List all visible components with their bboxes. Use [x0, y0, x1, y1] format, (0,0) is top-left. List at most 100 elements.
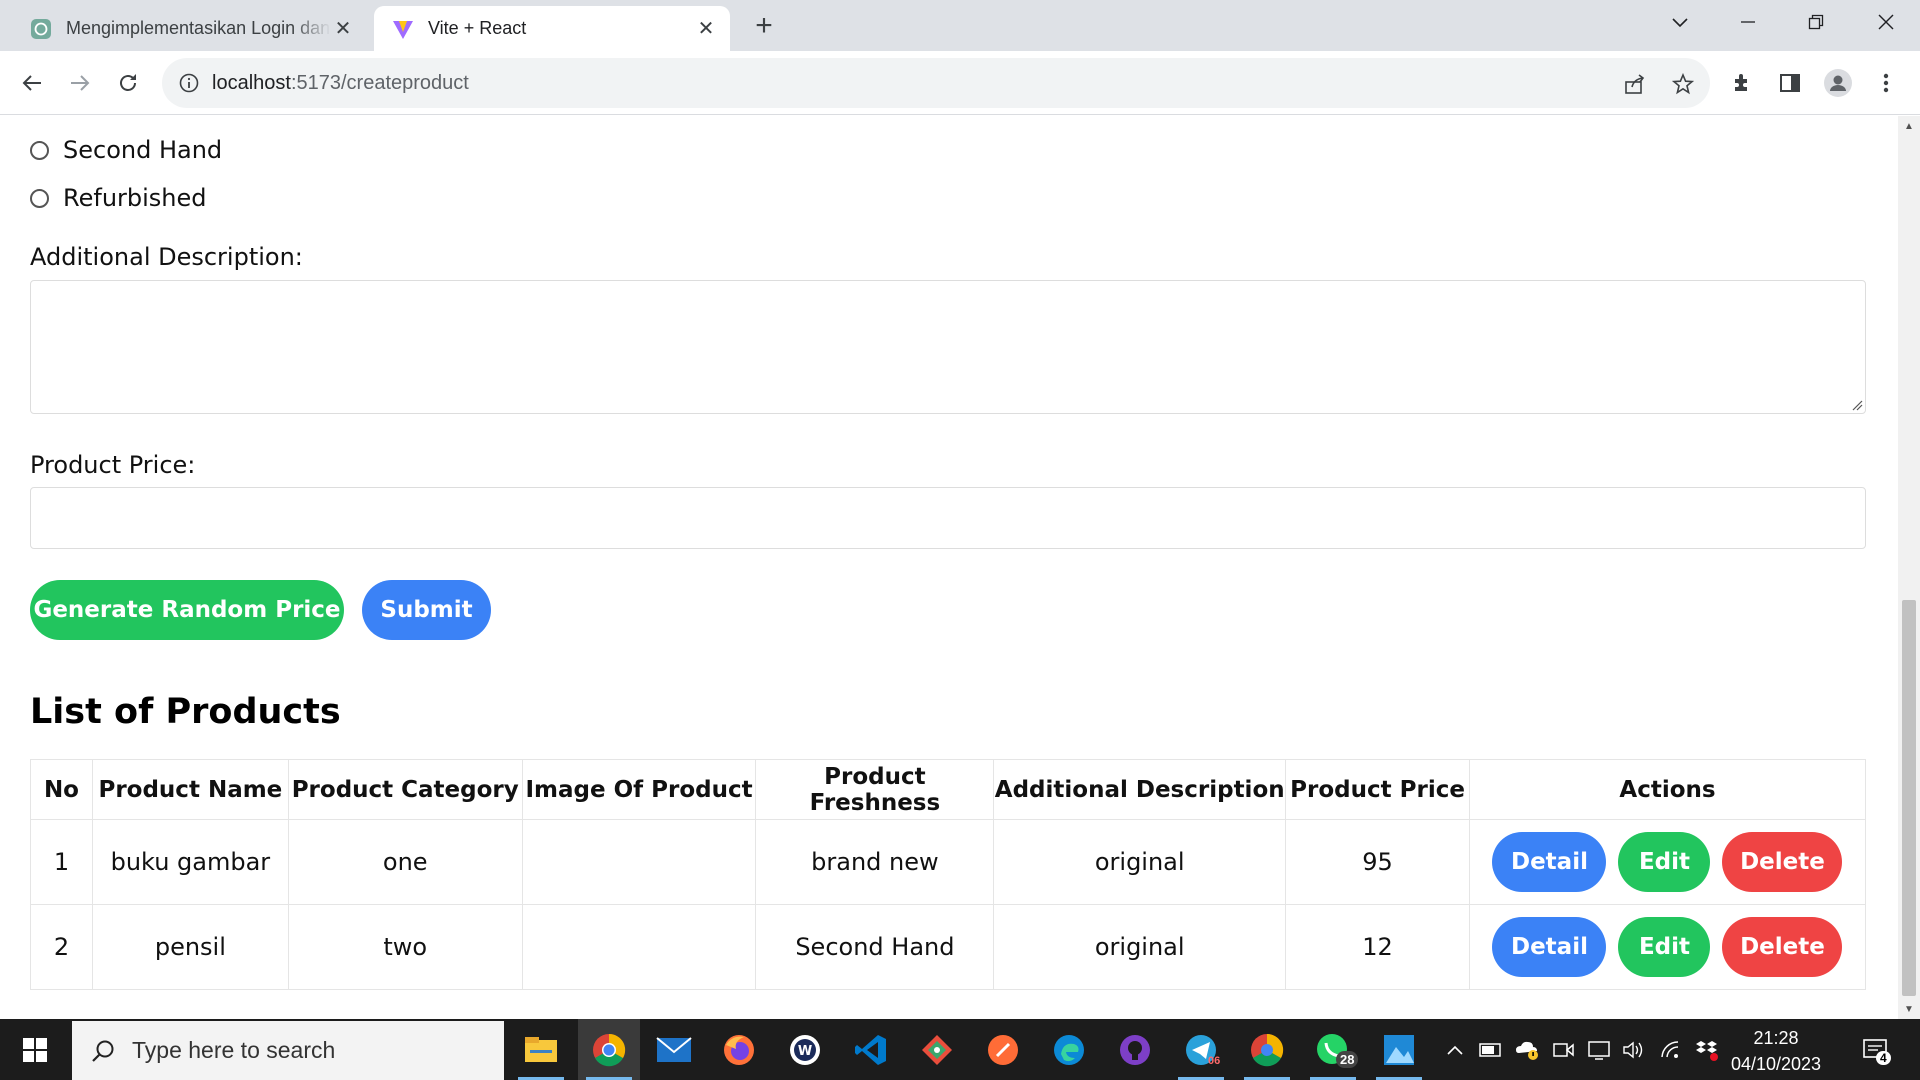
bookmark-star-icon[interactable] [1670, 71, 1696, 97]
page-viewport: Second Hand Refurbished Additional Descr… [0, 116, 1898, 1019]
github-desktop-icon[interactable] [1104, 1019, 1166, 1080]
description-label: Additional Description: [30, 243, 303, 271]
notifications-icon[interactable]: 4 [1856, 1037, 1896, 1065]
price-label: Product Price: [30, 451, 196, 479]
cell-freshness: brand new [755, 819, 995, 905]
table-row: 2 pensil two Second Hand original 12 Det… [30, 904, 1867, 990]
site-info-icon[interactable] [178, 72, 200, 94]
profile-avatar-icon[interactable] [1820, 65, 1856, 101]
edge-icon[interactable] [1038, 1019, 1100, 1080]
radio-refurbished[interactable]: Refurbished [30, 184, 207, 212]
cell-description: original [993, 819, 1287, 905]
vscode-icon[interactable] [840, 1019, 902, 1080]
tab-chatgpt[interactable]: Mengimplementasikan Login dan ✕ [12, 6, 367, 51]
cell-image [521, 904, 757, 990]
onedrive-warning-icon[interactable] [1514, 1037, 1540, 1063]
radio-second-hand[interactable]: Second Hand [30, 136, 222, 164]
submit-button[interactable]: Submit [362, 580, 491, 640]
resize-grip-icon[interactable] [1851, 399, 1863, 411]
new-tab-icon[interactable]: + [748, 9, 780, 42]
search-placeholder: Type here to search [132, 1037, 336, 1063]
edit-button[interactable]: Edit [1618, 917, 1711, 977]
column-header: Additional Description [993, 759, 1287, 820]
scroll-down-arrow-icon[interactable]: ▼ [1898, 999, 1920, 1019]
radio-button[interactable] [30, 188, 49, 208]
cell-freshness: Second Hand [755, 904, 995, 990]
show-hidden-icons-icon[interactable] [1442, 1037, 1468, 1063]
word-app-icon[interactable]: W [774, 1019, 836, 1080]
tab-vite-react[interactable]: Vite + React ✕ [374, 6, 730, 51]
tab-close-icon[interactable]: ✕ [694, 17, 718, 41]
notification-count-badge: 4 [1876, 1051, 1891, 1065]
git-kraken-icon[interactable] [906, 1019, 968, 1080]
products-heading: List of Products [30, 692, 341, 732]
file-explorer-icon[interactable] [510, 1019, 572, 1080]
scrollbar-thumb[interactable] [1902, 600, 1916, 996]
column-header: No [30, 759, 93, 820]
menu-kebab-icon[interactable] [1868, 65, 1904, 101]
taskbar-clock[interactable]: 21:28 04/10/2023 [1716, 1025, 1836, 1077]
price-input[interactable] [30, 487, 1866, 549]
page-scrollbar[interactable]: ▲ ▼ [1898, 116, 1920, 1019]
taskbar: Type here to search W 06 28 21:28 04/10/… [0, 1019, 1920, 1080]
battery-icon[interactable] [1478, 1037, 1504, 1063]
cell-description: original [993, 904, 1287, 990]
delete-button[interactable]: Delete [1722, 917, 1843, 977]
column-header: Product Name [91, 759, 289, 820]
whatsapp-badge: 28 [1336, 1051, 1359, 1068]
tab-close-icon[interactable]: ✕ [331, 17, 355, 41]
reload-icon[interactable] [110, 65, 146, 101]
cell-no: 1 [30, 819, 93, 905]
vite-icon [392, 18, 414, 40]
chrome-profile-icon[interactable] [1236, 1019, 1298, 1080]
scroll-up-arrow-icon[interactable]: ▲ [1898, 116, 1920, 136]
detail-button[interactable]: Detail [1492, 917, 1607, 977]
edit-button[interactable]: Edit [1618, 832, 1711, 892]
cell-category: one [287, 819, 523, 905]
taskbar-search-box[interactable]: Type here to search [72, 1021, 504, 1080]
column-header: Image Of Product [521, 759, 757, 820]
tab-search-icon[interactable] [1646, 0, 1714, 44]
table-row: 1 buku gambar one brand new original 95 … [30, 819, 1867, 905]
generate-random-price-button[interactable]: Generate Random Price [30, 580, 344, 640]
back-icon[interactable] [14, 65, 50, 101]
extensions-icon[interactable] [1724, 65, 1760, 101]
chrome-icon[interactable] [578, 1019, 640, 1080]
close-window-icon[interactable] [1852, 0, 1920, 44]
postman-icon[interactable] [972, 1019, 1034, 1080]
column-header: Product Category [287, 759, 523, 820]
meet-now-icon[interactable] [1550, 1037, 1576, 1063]
cell-price: 95 [1285, 819, 1470, 905]
whatsapp-icon[interactable]: 28 [1302, 1019, 1364, 1080]
delete-button[interactable]: Delete [1722, 832, 1843, 892]
svg-text:W: W [798, 1044, 812, 1059]
forward-icon[interactable] [62, 65, 98, 101]
browser-toolbar: localhost:5173/createproduct [0, 51, 1920, 115]
display-icon[interactable] [1586, 1037, 1612, 1063]
mail-icon[interactable] [643, 1019, 705, 1080]
volume-icon[interactable] [1620, 1037, 1646, 1063]
tab-title: Vite + React [428, 18, 527, 38]
cell-actions: Detail Edit Delete [1468, 904, 1867, 990]
firefox-icon[interactable] [708, 1019, 770, 1080]
cell-image [521, 819, 757, 905]
description-textarea[interactable] [30, 280, 1866, 414]
products-table: No Product Name Product Category Image O… [30, 759, 1867, 990]
windows-start-icon[interactable] [0, 1019, 70, 1080]
cell-name: pensil [91, 904, 289, 990]
clock-date: 04/10/2023 [1730, 1054, 1822, 1074]
side-panel-icon[interactable] [1772, 65, 1808, 101]
clock-time: 21:28 [1753, 1028, 1799, 1048]
share-icon[interactable] [1622, 71, 1648, 97]
detail-button[interactable]: Detail [1492, 832, 1607, 892]
tab-title: Mengimplementasikan Login dan [66, 18, 331, 38]
restore-icon[interactable] [1782, 0, 1850, 44]
wifi-icon[interactable] [1658, 1037, 1684, 1063]
address-bar[interactable]: localhost:5173/createproduct [162, 58, 1710, 108]
cell-actions: Detail Edit Delete [1468, 819, 1867, 905]
cell-no: 2 [30, 904, 93, 990]
radio-button[interactable] [30, 140, 49, 160]
minimize-icon[interactable] [1714, 0, 1782, 44]
telegram-icon[interactable]: 06 [1170, 1019, 1232, 1080]
photos-icon[interactable] [1368, 1019, 1430, 1080]
